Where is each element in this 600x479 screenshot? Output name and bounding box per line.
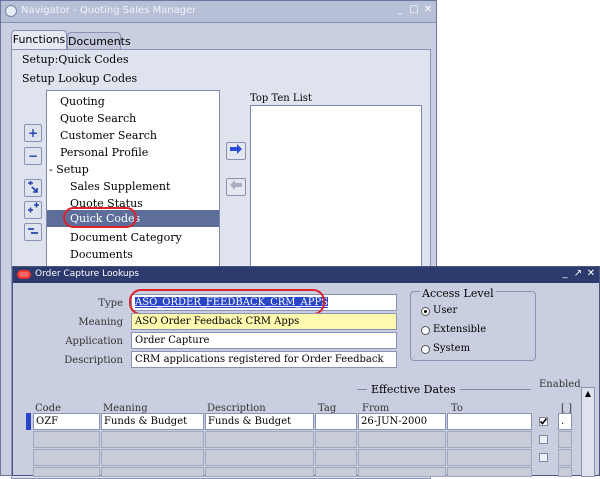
remove-from-top-ten-button[interactable] — [226, 178, 246, 196]
navigator-title-bar[interactable]: Navigator - Quoting Sales Manager _ □ ✕ — [1, 1, 436, 23]
list-item-sales-supplement[interactable]: Sales Supplement — [47, 178, 219, 195]
application-label: Application — [65, 336, 123, 347]
empty-cell[interactable] — [315, 449, 357, 466]
cell-description[interactable]: Funds & Budget — [205, 413, 314, 430]
maximize-icon[interactable]: □ — [407, 4, 421, 18]
lookups-title-bar[interactable]: Order Capture Lookups _ ↗ ✕ — [13, 267, 599, 283]
empty-rows — [33, 431, 573, 477]
tab-functions[interactable]: Functions — [11, 30, 67, 50]
radio-extensible[interactable] — [421, 326, 430, 335]
expand-all-icon — [28, 202, 39, 213]
list-item-customer-search[interactable]: Customer Search — [47, 127, 219, 144]
radio-user-label: User — [433, 305, 458, 316]
cell-from[interactable]: 26-JUN-2000 — [358, 413, 446, 430]
list-item-document-category[interactable]: Document Category — [47, 229, 219, 246]
highlight-annotation-type — [129, 289, 325, 315]
highlight-annotation-quick-codes — [63, 207, 137, 228]
radio-user[interactable] — [421, 307, 430, 316]
breadcrumb-quick-codes: Setup:Quick Codes — [22, 53, 129, 66]
restore-icon[interactable]: ↗ — [571, 268, 585, 282]
top-ten-label: Top Ten List — [250, 93, 312, 104]
oracle-icon — [17, 270, 31, 279]
list-item-personal-profile[interactable]: Personal Profile — [47, 144, 219, 161]
check-icon — [539, 418, 548, 425]
row-indicator — [26, 413, 31, 430]
application-field[interactable]: Order Capture — [131, 332, 397, 349]
lookups-title: Order Capture Lookups — [35, 269, 139, 279]
empty-cell[interactable] — [33, 449, 100, 466]
list-item-quoting[interactable]: Quoting — [47, 93, 219, 110]
expand-branch-button[interactable] — [24, 179, 42, 197]
radio-system-label: System — [433, 343, 471, 354]
close-icon[interactable]: ✕ — [584, 268, 598, 282]
tab-documents[interactable]: Documents — [67, 32, 131, 50]
cell-extra[interactable]: . — [558, 413, 572, 430]
navigator-title: Navigator - Quoting Sales Manager — [21, 5, 197, 16]
collapse-all-icon — [28, 228, 38, 234]
type-label: Type — [98, 298, 123, 309]
empty-cell[interactable] — [447, 449, 532, 466]
arrow-left-icon — [230, 180, 242, 190]
minimize-icon[interactable]: _ — [558, 268, 572, 282]
empty-cell[interactable] — [358, 431, 446, 448]
enabled-checkbox[interactable] — [539, 417, 548, 426]
meaning-field[interactable]: ASO Order Feedback CRM Apps — [131, 313, 397, 330]
remove-button[interactable]: − — [24, 147, 42, 165]
radio-extensible-label: Extensible — [433, 324, 487, 335]
expand-branch-icon — [28, 181, 38, 193]
arrow-right-icon — [230, 144, 242, 154]
empty-cell[interactable] — [358, 449, 446, 466]
empty-cell[interactable] — [315, 431, 357, 448]
effective-dates-label: Effective Dates — [367, 383, 460, 396]
cell-meaning[interactable]: Funds & Budget — [101, 413, 204, 430]
meaning-label: Meaning — [78, 317, 123, 328]
access-level-label: Access Level — [420, 287, 496, 300]
order-capture-lookups-window: Order Capture Lookups _ ↗ ✕ Type ASO_ORD… — [12, 266, 600, 477]
top-ten-list[interactable] — [250, 105, 422, 271]
enabled-checkbox[interactable] — [539, 435, 548, 444]
radio-system[interactable] — [421, 345, 430, 354]
enabled-label: Enabled — [539, 379, 581, 390]
empty-cell[interactable] — [558, 449, 572, 466]
empty-cell[interactable] — [101, 449, 204, 466]
expand-all-button[interactable] — [24, 201, 42, 219]
minimize-icon[interactable]: _ — [393, 4, 407, 18]
empty-cell[interactable] — [33, 431, 100, 448]
collapse-all-button[interactable] — [24, 223, 42, 241]
cell-tag[interactable] — [315, 413, 357, 430]
app-icon — [5, 5, 17, 17]
add-button[interactable]: + — [24, 124, 42, 142]
list-item-quote-search[interactable]: Quote Search — [47, 110, 219, 127]
scroll-up-icon[interactable]: ▲ — [583, 389, 593, 399]
table-scrollbar[interactable]: ▲ — [581, 387, 595, 477]
cell-code[interactable]: OZF — [33, 413, 100, 430]
empty-cell[interactable] — [205, 431, 314, 448]
empty-cell[interactable] — [558, 431, 572, 448]
description-field[interactable]: CRM applications registered for Order Fe… — [131, 351, 397, 368]
empty-cell[interactable] — [101, 431, 204, 448]
list-item-documents[interactable]: Documents — [47, 246, 219, 263]
close-icon[interactable]: ✕ — [421, 4, 435, 18]
cell-to[interactable] — [447, 413, 532, 430]
list-item-setup[interactable]: - Setup — [47, 161, 219, 178]
enabled-checkbox[interactable] — [539, 453, 548, 462]
function-list[interactable]: Quoting Quote Search Customer Search Per… — [46, 90, 220, 270]
empty-cell[interactable] — [205, 449, 314, 466]
description-label: Description — [64, 355, 123, 366]
add-to-top-ten-button[interactable] — [226, 142, 246, 160]
empty-cell[interactable] — [447, 431, 532, 448]
breadcrumb-lookup-codes: Setup Lookup Codes — [22, 72, 138, 85]
